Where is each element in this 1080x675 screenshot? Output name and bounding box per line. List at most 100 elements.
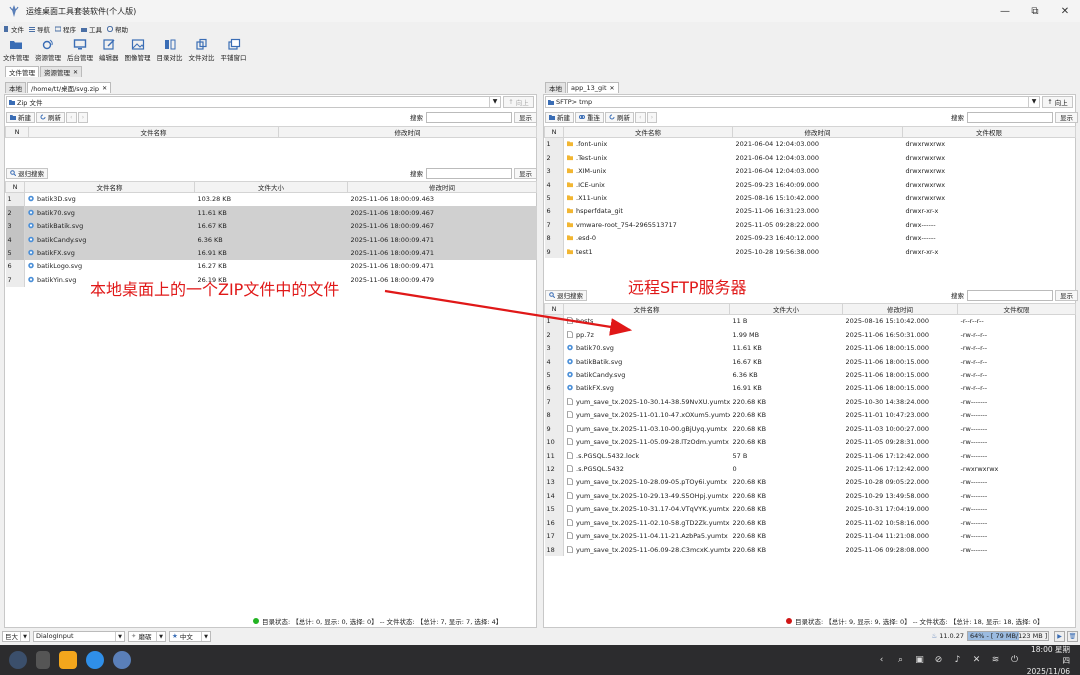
table-row[interactable]: 3 batikBatik.svg 16.67 KB 2025-11-06 18:00:… [5,219,537,233]
table-row[interactable]: 7 yum_save_tx.2025-10-30.14-38.59NvXU.yum… [544,395,1076,409]
right-reconnect-button[interactable]: 重连 [575,111,604,123]
start-menu-icon[interactable] [9,651,27,669]
column-header[interactable]: N [544,126,564,138]
right-up-button[interactable]: ↑ 向上 [1042,96,1073,108]
menu-help[interactable]: 帮助 [107,24,128,34]
tab-file-manager[interactable]: 文件管理 [5,66,39,77]
mic-mute-icon[interactable]: ⊘ [929,655,948,665]
table-row[interactable]: 5 .X11-unix 2025-08-16 15:10:42.000 drwxrwx… [544,191,1076,205]
file-manager-button[interactable]: 文件管理 [0,36,32,66]
table-row[interactable]: 1 hosts 11 B 2025-08-16 15:10:42.000 -r--r--… [544,314,1076,328]
column-header[interactable]: 修改时间 [278,126,537,138]
table-row[interactable]: 4 .ICE-unix 2025-09-23 16:40:09.000 drwxrwx… [544,177,1076,192]
left-tab-zip[interactable]: /home/tt/桌面/svg.zip ✕ [27,82,112,93]
right-new-button[interactable]: 新建 [545,111,574,123]
right-forward-button[interactable]: › [646,111,658,123]
tile-windows-button[interactable]: 平铺窗口 [218,36,250,66]
browser-icon[interactable] [86,651,104,669]
column-header[interactable]: 文件名称 [563,126,733,138]
close-tab-icon[interactable]: ✕ [73,69,78,76]
search-icon[interactable]: ⌕ [891,655,910,665]
table-row[interactable]: 6 batikFX.svg 16.91 KB 2025-11-06 18:00:15.… [544,381,1076,396]
table-row[interactable]: 16 yum_save_tx.2025-11-02.10-58.gTD2Zk.yu… [544,516,1076,530]
table-row[interactable]: 10 yum_save_tx.2025-11-05.09-28.lTzOdm.yu… [544,435,1076,449]
table-row[interactable]: 17 yum_save_tx.2025-11-04.11-21.AzbPa5.yu… [544,529,1076,543]
theme-select[interactable]: ✦ 磨砺 ▼ [128,630,166,642]
table-row[interactable]: 14 yum_save_tx.2025-10-29.13-49.S5OHpj.yu… [544,489,1076,503]
column-header[interactable]: 文件名称 [563,303,730,315]
close-button[interactable]: ✕ [1050,6,1080,17]
left-refresh-button[interactable]: 刷新 [36,111,65,123]
left-up-button[interactable]: ↑ 向上 [503,96,534,108]
table-row[interactable]: 2 pp.7z 1.99 MB 2025-11-06 16:50:31.000 -rw-… [544,327,1076,342]
table-row[interactable]: 7 vmware-root_754-2965513717 2025-11-05 09… [544,218,1076,232]
right-path-combo[interactable]: SFTP> tmp ▼ [545,96,1040,108]
editor-button[interactable]: 编辑器 [96,36,122,66]
left-forward-button[interactable]: › [77,111,89,123]
left-lower-show-button[interactable]: 显示 [514,167,537,179]
language-select[interactable]: ★ 中文 ▼ [169,630,211,642]
font-select[interactable]: DialogInput ▼ [33,630,125,642]
column-header[interactable]: 文件大小 [194,181,348,193]
left-lower-search-input[interactable] [426,167,512,179]
column-header[interactable]: 文件名称 [28,126,279,138]
table-row[interactable]: 13 yum_save_tx.2025-10-28.09-05.pTOy6i.yu… [544,475,1076,490]
table-row[interactable]: 2 .Test-unix 2021-06-04 12:04:03.000 drwxrw… [544,150,1076,165]
right-lower-search-input[interactable] [967,289,1053,301]
trash-button[interactable]: 🗑 [1067,630,1078,642]
column-header[interactable]: 修改时间 [732,126,903,138]
app-store-icon[interactable] [59,651,77,669]
network-icon[interactable]: ✕ [967,655,986,665]
table-row[interactable]: 6 batikLogo.svg 16.27 KB 2025-11-06 18:00:0… [5,259,537,274]
gc-play-button[interactable]: ▶ [1054,630,1065,642]
table-row[interactable]: 11 .s.PGSQL.5432.lock 57 B 2025-11-06 17:12… [544,448,1076,463]
table-row[interactable]: 8 yum_save_tx.2025-11-01.10-47.xOXum5.yum… [544,408,1076,422]
volume-icon[interactable]: ♪ [948,655,967,665]
image-manager-button[interactable]: 图像管理 [122,36,154,66]
right-exit-search-button[interactable]: 退归搜索 [545,289,587,301]
left-upper-search-input[interactable] [426,111,512,123]
column-header[interactable]: N [544,303,564,315]
backend-manager-button[interactable]: 后台管理 [64,36,96,66]
menu-file[interactable]: 文件 [3,24,24,34]
window-switch-icon[interactable] [36,651,50,669]
menu-program[interactable]: 程序 [55,24,76,34]
resource-manager-button[interactable]: 资源管理 [32,36,64,66]
table-row[interactable]: 9 test1 2025-10-28 19:56:38.000 drwxr-xr-x [544,245,1076,259]
left-upper-show-button[interactable]: 显示 [514,111,537,123]
close-tab-icon[interactable]: ✕ [610,85,615,92]
restore-button[interactable]: ⧉ [1020,6,1050,17]
column-header[interactable]: 文件名称 [24,181,195,193]
tab-resource-manager[interactable]: 资源管理 ✕ [40,66,83,77]
right-lower-show-button[interactable]: 显示 [1055,289,1078,301]
left-new-button[interactable]: 新建 [6,111,35,123]
table-row[interactable]: 4 batikCandy.svg 6.36 KB 2025-11-06 18:00:0… [5,232,537,247]
column-header[interactable]: N [5,181,25,193]
table-row[interactable]: 5 batikCandy.svg 6.36 KB 2025-11-06 18:00:1… [544,368,1076,382]
file-compare-button[interactable]: 文件对比 [186,36,218,66]
column-header[interactable]: N [5,126,29,138]
power-icon[interactable]: ⏻ [1005,655,1024,665]
chevron-left-icon[interactable]: ‹ [872,655,891,665]
right-refresh-button[interactable]: 刷新 [605,111,634,123]
left-path-combo[interactable]: Zip 文件 ▼ [6,96,501,108]
menu-navigate[interactable]: 导航 [29,24,50,34]
ops-app-icon[interactable] [113,651,131,669]
right-tab-local[interactable]: 本地 [545,82,566,93]
table-row[interactable]: 4 batikBatik.svg 16.67 KB 2025-11-06 18:00:… [544,354,1076,369]
chevron-down-icon[interactable]: ▼ [489,97,500,107]
left-exit-search-button[interactable]: 退归搜索 [6,167,48,179]
right-upper-search-input[interactable] [967,111,1053,123]
table-row[interactable]: 6 hsperfdata_git 2025-11-06 16:31:23.000 dr… [544,204,1076,219]
column-header[interactable]: 文件权限 [902,126,1076,138]
table-row[interactable]: 8 .esd-0 2025-09-23 16:40:12.000 drwx------ [544,231,1076,245]
table-row[interactable]: 2 batik70.svg 11.61 KB 2025-11-06 18:00:09.… [5,205,537,220]
column-header[interactable]: 修改时间 [347,181,537,193]
wifi-icon[interactable]: ≋ [986,655,1005,665]
left-tab-local[interactable]: 本地 [5,82,26,93]
screenshot-icon[interactable]: ▣ [910,655,929,665]
chevron-down-icon[interactable]: ▼ [1028,97,1039,107]
right-upper-show-button[interactable]: 显示 [1055,111,1078,123]
right-tab-remote[interactable]: app_13_git ✕ [567,82,619,93]
table-row[interactable]: 3 .XIM-unix 2021-06-04 12:04:03.000 drwxrwx… [544,164,1076,178]
